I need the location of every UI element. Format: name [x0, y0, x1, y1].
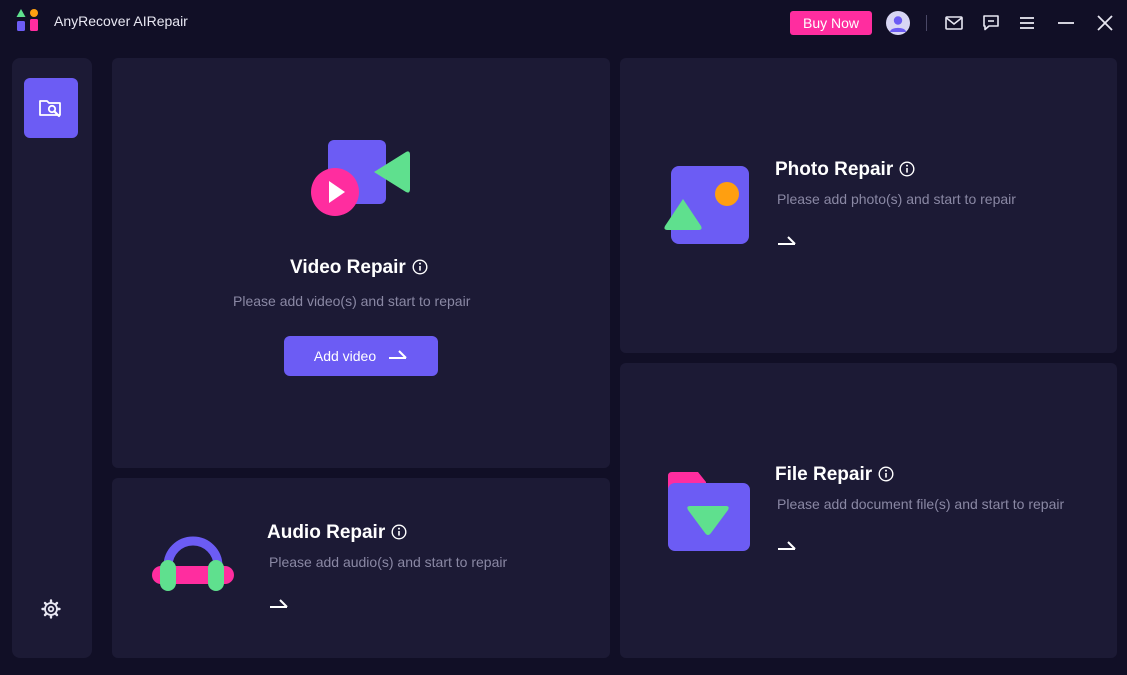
sidebar [12, 58, 92, 658]
photo-icon [664, 166, 749, 244]
photo-repair-description: Please add photo(s) and start to repair [777, 191, 1016, 207]
buy-now-button[interactable]: Buy Now [790, 11, 872, 35]
arrow-right-icon[interactable] [269, 598, 289, 612]
chat-icon[interactable] [981, 13, 1001, 33]
add-video-button[interactable]: Add video [284, 336, 438, 376]
arrow-right-icon [389, 350, 407, 359]
headphones-icon [152, 536, 234, 591]
app-logo-icon [16, 9, 38, 31]
app-title: AnyRecover AIRepair [54, 13, 188, 29]
file-repair-card[interactable]: File Repair Please add document file(s) … [620, 363, 1117, 658]
add-video-label: Add video [313, 348, 377, 364]
close-icon[interactable] [1095, 13, 1115, 33]
photo-repair-title: Photo Repair [775, 159, 915, 181]
file-repair-title: File Repair [775, 464, 894, 486]
audio-repair-description: Please add audio(s) and start to repair [269, 554, 508, 570]
video-repair-card[interactable]: Video Repair Please add video(s) and sta… [112, 58, 610, 468]
repair-tool-icon [39, 100, 61, 118]
video-repair-title: Video Repair [290, 257, 428, 279]
info-icon[interactable] [878, 466, 894, 482]
photo-repair-card[interactable]: Photo Repair Please add photo(s) and sta… [620, 58, 1117, 353]
info-icon[interactable] [899, 161, 915, 177]
video-repair-description: Please add video(s) and start to repair [233, 293, 471, 309]
minimize-icon[interactable] [1056, 13, 1076, 33]
info-icon[interactable] [412, 259, 428, 275]
audio-repair-title: Audio Repair [267, 522, 407, 544]
gear-icon[interactable] [40, 598, 62, 620]
title-bar-divider [926, 15, 927, 31]
video-camera-icon [311, 140, 410, 216]
sidebar-item-repair[interactable] [24, 78, 78, 138]
mail-icon[interactable] [944, 13, 964, 33]
menu-icon[interactable] [1017, 13, 1037, 33]
title-bar: AnyRecover AIRepair Buy Now [0, 0, 1127, 46]
folder-icon [668, 472, 750, 551]
avatar-icon[interactable] [886, 11, 910, 35]
info-icon[interactable] [391, 524, 407, 540]
file-repair-description: Please add document file(s) and start to… [777, 496, 1065, 512]
audio-repair-card[interactable]: Audio Repair Please add audio(s) and sta… [112, 478, 610, 658]
arrow-right-icon[interactable] [777, 235, 797, 249]
arrow-right-icon[interactable] [777, 540, 797, 554]
